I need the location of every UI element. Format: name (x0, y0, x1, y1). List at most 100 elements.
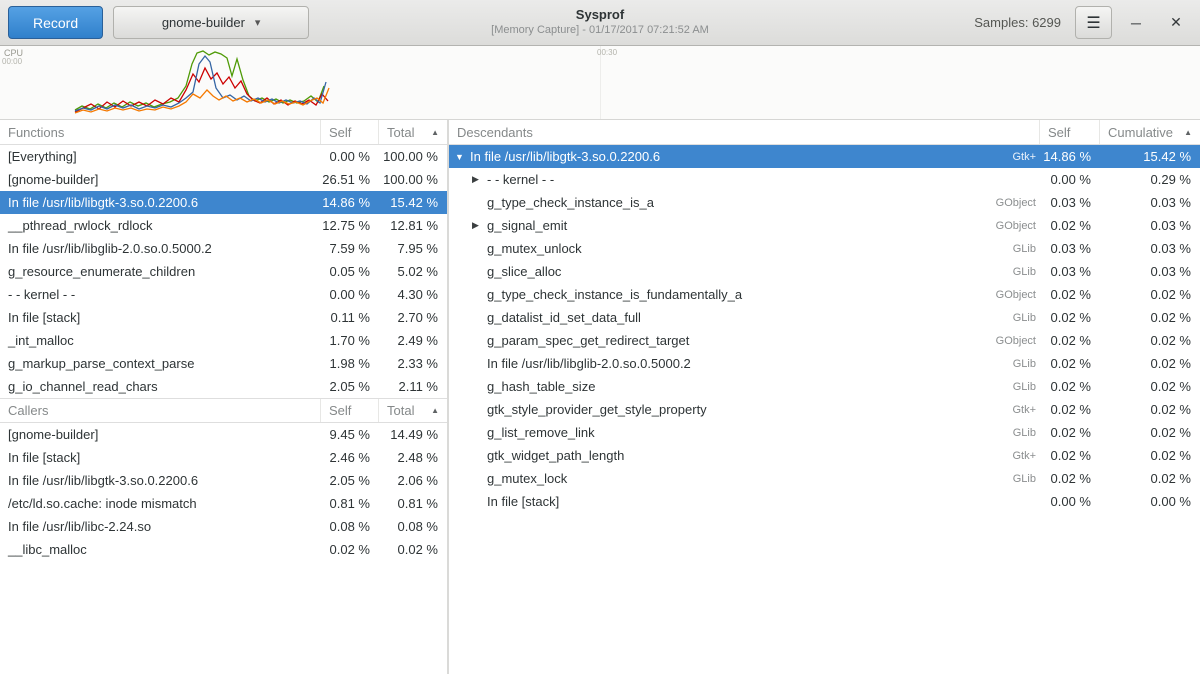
self-value: 7.59 % (321, 241, 379, 256)
column-header-self[interactable]: Self (1040, 120, 1100, 144)
table-row[interactable]: gtk_style_provider_get_style_propertyGtk… (449, 398, 1200, 421)
column-header-cumulative-label: Cumulative (1108, 125, 1173, 140)
tree-cell: gtk_style_provider_get_style_property (449, 402, 974, 417)
cumulative-value: 0.02 % (1100, 448, 1200, 463)
table-row[interactable]: _int_malloc1.70 %2.49 % (0, 329, 447, 352)
table-row[interactable]: g_mutex_unlockGLib0.03 %0.03 % (449, 237, 1200, 260)
tree-cell: g_hash_table_size (449, 379, 974, 394)
expander-closed-icon[interactable]: ▶ (472, 220, 487, 231)
function-name: g_resource_enumerate_children (0, 264, 321, 279)
function-name: In file /usr/lib/libgtk-3.so.0.2200.6 (0, 195, 321, 210)
table-row[interactable]: In file [stack]0.00 %0.00 % (449, 490, 1200, 513)
function-name: [gnome-builder] (0, 427, 321, 442)
table-row[interactable]: ▶g_signal_emitGObject0.02 %0.03 % (449, 214, 1200, 237)
column-header-total-label: Total (387, 125, 414, 140)
function-name: g_list_remove_link (487, 425, 595, 440)
table-row[interactable]: In file /usr/lib/libgtk-3.so.0.2200.614.… (0, 191, 447, 214)
library-badge: GObject (974, 197, 1040, 209)
table-row[interactable]: In file /usr/lib/libglib-2.0.so.0.5000.2… (449, 352, 1200, 375)
cumulative-value: 0.29 % (1100, 172, 1200, 187)
table-row[interactable]: __libc_malloc0.02 %0.02 % (0, 538, 447, 561)
library-badge: GLib (974, 243, 1040, 255)
process-selector-label: gnome-builder (162, 15, 245, 30)
record-button[interactable]: Record (8, 6, 103, 39)
table-row[interactable]: g_io_channel_read_chars2.05 %2.11 % (0, 375, 447, 398)
table-row[interactable]: g_type_check_instance_is_aGObject0.03 %0… (449, 191, 1200, 214)
table-row[interactable]: g_mutex_lockGLib0.02 %0.02 % (449, 467, 1200, 490)
column-header-functions[interactable]: Functions (0, 120, 321, 144)
functions-table-header: Functions Self Total ▲ (0, 120, 447, 145)
column-header-descendants[interactable]: Descendants (449, 120, 1040, 144)
tree-cell: g_list_remove_link (449, 425, 974, 440)
library-badge: GLib (974, 312, 1040, 324)
column-header-self[interactable]: Self (321, 399, 379, 422)
table-row[interactable]: In file [stack]0.11 %2.70 % (0, 306, 447, 329)
table-row[interactable]: /etc/ld.so.cache: inode mismatch0.81 %0.… (0, 492, 447, 515)
self-value: 0.81 % (321, 496, 379, 511)
descendants-table-body: ▼In file /usr/lib/libgtk-3.so.0.2200.6Gt… (449, 145, 1200, 513)
process-selector[interactable]: gnome-builder ▾ (113, 6, 309, 39)
self-value: 14.86 % (321, 195, 379, 210)
total-value: 2.70 % (379, 310, 447, 325)
table-row[interactable]: In file /usr/lib/libgtk-3.so.0.2200.62.0… (0, 469, 447, 492)
cumulative-value: 0.03 % (1100, 218, 1200, 233)
column-header-callers[interactable]: Callers (0, 399, 321, 422)
table-row[interactable]: g_type_check_instance_is_fundamentally_a… (449, 283, 1200, 306)
self-value: 0.02 % (1040, 287, 1100, 302)
column-header-cumulative[interactable]: Cumulative ▲ (1100, 120, 1200, 144)
table-row[interactable]: g_markup_parse_context_parse1.98 %2.33 % (0, 352, 447, 375)
function-name: gtk_widget_path_length (487, 448, 624, 463)
library-badge: GObject (974, 335, 1040, 347)
self-value: 2.46 % (321, 450, 379, 465)
table-row[interactable]: __pthread_rwlock_rdlock12.75 %12.81 % (0, 214, 447, 237)
table-row[interactable]: In file /usr/lib/libc-2.24.so0.08 %0.08 … (0, 515, 447, 538)
table-row[interactable]: g_datalist_id_set_data_fullGLib0.02 %0.0… (449, 306, 1200, 329)
table-row[interactable]: [gnome-builder]9.45 %14.49 % (0, 423, 447, 446)
function-name: gtk_style_provider_get_style_property (487, 402, 707, 417)
table-row[interactable]: gtk_widget_path_lengthGtk+0.02 %0.02 % (449, 444, 1200, 467)
table-row[interactable]: g_hash_table_sizeGLib0.02 %0.02 % (449, 375, 1200, 398)
tree-cell: g_type_check_instance_is_a (449, 195, 974, 210)
table-row[interactable]: - - kernel - -0.00 %4.30 % (0, 283, 447, 306)
cumulative-value: 0.02 % (1100, 425, 1200, 440)
close-button[interactable]: ✕ (1160, 7, 1192, 39)
library-badge: Gtk+ (974, 151, 1040, 163)
expander-open-icon[interactable]: ▼ (455, 152, 470, 162)
table-row[interactable]: In file [stack]2.46 %2.48 % (0, 446, 447, 469)
table-row[interactable]: g_param_spec_get_redirect_targetGObject0… (449, 329, 1200, 352)
function-name: In file [stack] (0, 310, 321, 325)
expander-closed-icon[interactable]: ▶ (472, 174, 487, 185)
table-row[interactable]: In file /usr/lib/libglib-2.0.so.0.5000.2… (0, 237, 447, 260)
table-row[interactable]: g_list_remove_linkGLib0.02 %0.02 % (449, 421, 1200, 444)
column-header-total[interactable]: Total ▲ (379, 120, 447, 144)
self-value: 0.00 % (321, 149, 379, 164)
library-badge: GLib (974, 381, 1040, 393)
total-value: 2.48 % (379, 450, 447, 465)
self-value: 0.00 % (1040, 172, 1100, 187)
cumulative-value: 0.02 % (1100, 310, 1200, 325)
cpu-graph[interactable]: CPU 00:00 00:30 (0, 46, 1200, 120)
table-row[interactable]: ▼In file /usr/lib/libgtk-3.so.0.2200.6Gt… (449, 145, 1200, 168)
table-row[interactable]: g_resource_enumerate_children0.05 %5.02 … (0, 260, 447, 283)
self-value: 0.03 % (1040, 241, 1100, 256)
menu-button[interactable]: ☰ (1075, 6, 1112, 39)
function-name: g_signal_emit (487, 218, 567, 233)
table-row[interactable]: ▶- - kernel - -0.00 %0.29 % (449, 168, 1200, 191)
cumulative-value: 0.02 % (1100, 356, 1200, 371)
total-value: 100.00 % (379, 149, 447, 164)
column-header-self[interactable]: Self (321, 120, 379, 144)
table-row[interactable]: [gnome-builder]26.51 %100.00 % (0, 168, 447, 191)
library-badge: GObject (974, 220, 1040, 232)
function-name: __libc_malloc (0, 542, 321, 557)
self-value: 14.86 % (1040, 149, 1100, 164)
minimize-button[interactable]: ─ (1120, 7, 1152, 39)
window-title: Sysprof (300, 7, 900, 22)
function-name: In file /usr/lib/libglib-2.0.so.0.5000.2 (0, 241, 321, 256)
column-header-total[interactable]: Total ▲ (379, 399, 447, 422)
total-value: 14.49 % (379, 427, 447, 442)
self-value: 0.03 % (1040, 264, 1100, 279)
table-row[interactable]: g_slice_allocGLib0.03 %0.03 % (449, 260, 1200, 283)
table-row[interactable]: [Everything]0.00 %100.00 % (0, 145, 447, 168)
function-name: __pthread_rwlock_rdlock (0, 218, 321, 233)
total-value: 100.00 % (379, 172, 447, 187)
